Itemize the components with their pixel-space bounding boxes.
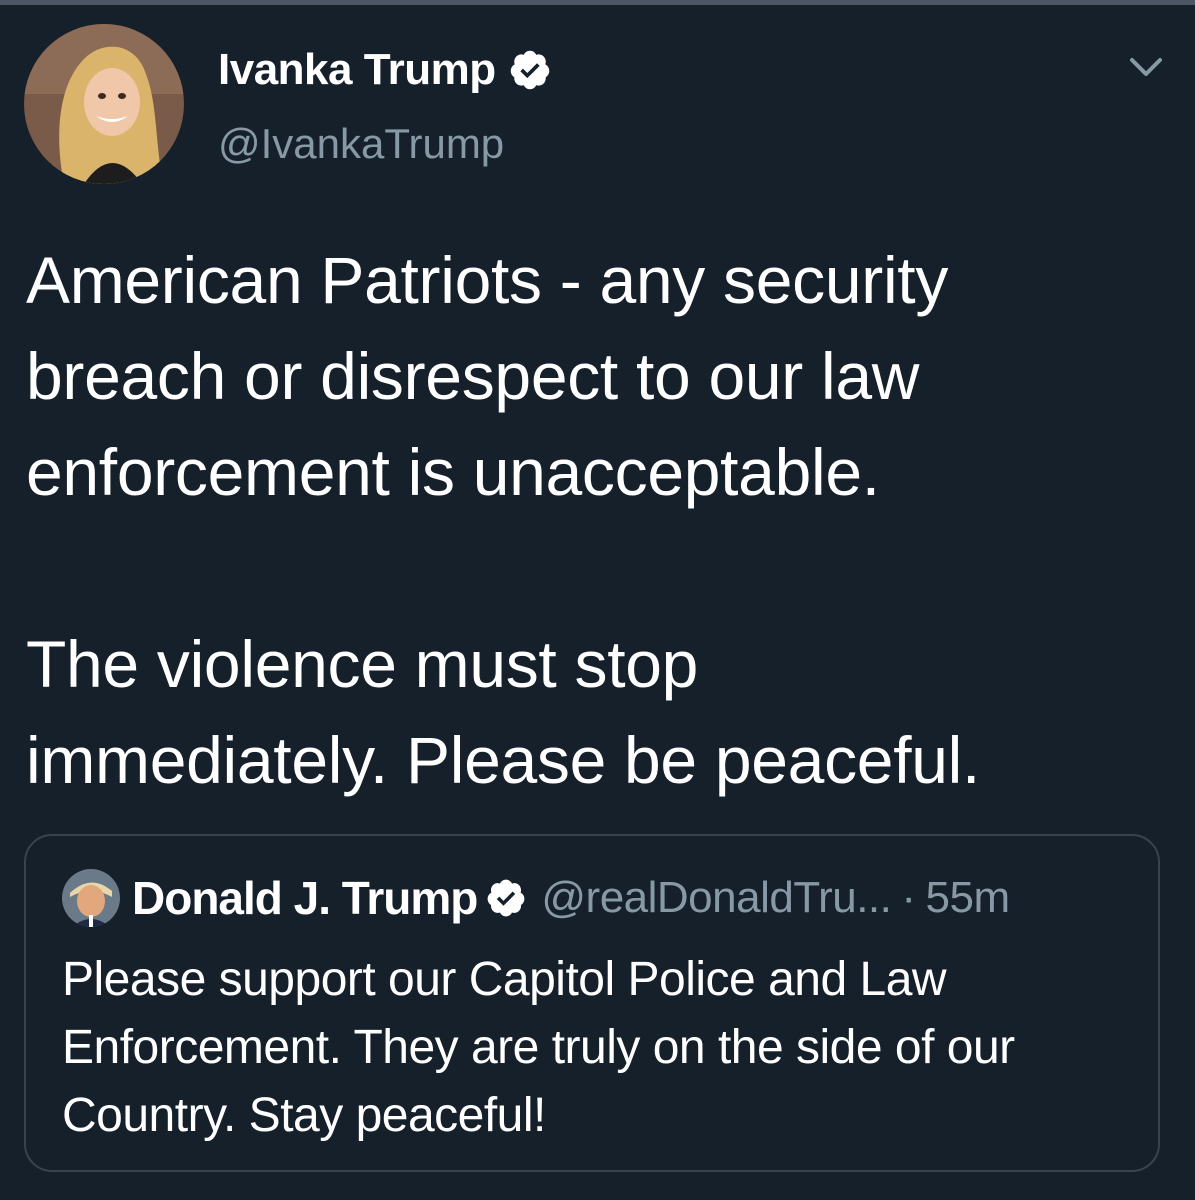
quoted-tweet-text: Please support our Capitol Police and La… (62, 953, 1015, 1142)
author-name-row[interactable]: Ivanka Trump (218, 44, 552, 96)
tweet-text: American Patriots - any security breach … (26, 243, 981, 797)
quoted-verified-badge-icon (487, 879, 525, 917)
author-avatar[interactable] (24, 24, 184, 184)
avatar-image (24, 24, 184, 184)
top-divider (0, 0, 1195, 5)
meta-separator: · (901, 873, 916, 922)
quoted-tweet-card[interactable]: Donald J. Trump @realDonaldTru... · 55m … (24, 834, 1160, 1172)
quoted-tweet-header: Donald J. Trump @realDonaldTru... · 55m (62, 866, 1010, 930)
quoted-author-handle[interactable]: @realDonaldTru... (541, 873, 892, 923)
quoted-avatar-image (62, 869, 120, 927)
quoted-tweet-timestamp[interactable]: 55m (926, 873, 1011, 923)
quoted-author-avatar[interactable] (62, 869, 120, 927)
author-handle[interactable]: @IvankaTrump (218, 118, 504, 170)
quoted-author-name[interactable]: Donald J. Trump (132, 871, 478, 925)
verified-badge-icon (510, 50, 549, 90)
author-display-name[interactable]: Ivanka Trump (218, 44, 496, 96)
chevron-down-icon[interactable] (1126, 50, 1166, 82)
